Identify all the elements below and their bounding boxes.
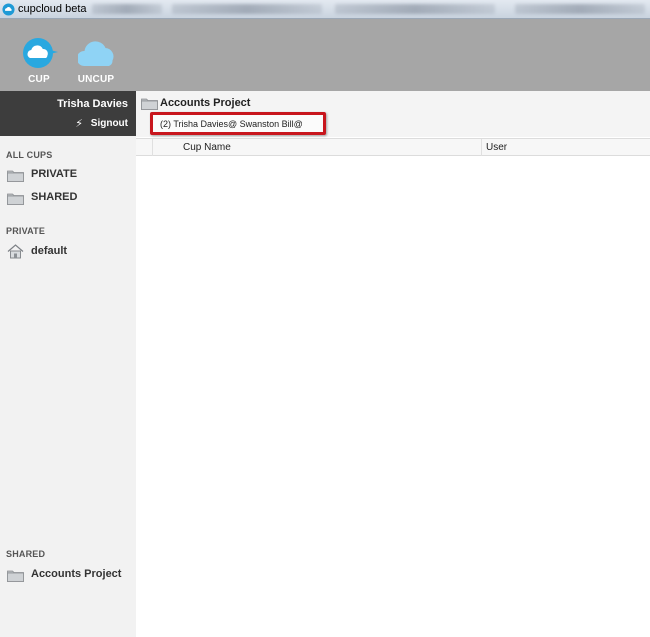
user-name: Trisha Davies [57, 98, 128, 110]
folder-icon [141, 98, 158, 110]
sidebar-item-label: Accounts Project [31, 568, 122, 580]
folder-icon [7, 170, 24, 182]
sidebar-item-label: PRIVATE [31, 168, 78, 180]
uncup-button[interactable]: UNCUP [73, 19, 119, 91]
cupcloud-logo-icon [2, 3, 15, 16]
blurred-tab [335, 4, 495, 14]
uncup-button-label: UNCUP [77, 74, 115, 85]
sidebar-item-shared[interactable]: SHARED [7, 190, 132, 206]
column-divider [481, 139, 482, 156]
shared-members-text: (2) Trisha Davies@ Swanston Bill@ [160, 119, 303, 129]
blurred-tab [515, 4, 645, 14]
user-panel: Trisha Davies ⚡ Signout [0, 91, 136, 136]
home-icon [7, 244, 24, 259]
toolbar: CUP UNCUP [0, 19, 650, 91]
column-divider [152, 139, 153, 156]
main-panel: Accounts Project (2) Trisha Davies@ Swan… [136, 91, 650, 637]
window-title: cupcloud beta [18, 3, 87, 15]
window-title-bar: cupcloud beta [0, 0, 650, 19]
folder-icon [7, 193, 24, 205]
sidebar-item-label: default [31, 245, 68, 257]
table-header: Cup Name User [136, 138, 650, 156]
sidebar-item-accounts-project[interactable]: Accounts Project [7, 567, 132, 583]
lightning-icon: ⚡ [75, 118, 83, 130]
blurred-tab [92, 4, 162, 14]
folder-header: Accounts Project (2) Trisha Davies@ Swan… [136, 91, 650, 137]
shared-members-box[interactable]: (2) Trisha Davies@ Swanston Bill@ [150, 112, 326, 135]
section-title-private: PRIVATE [6, 226, 46, 236]
page-title: Accounts Project [160, 97, 251, 109]
blurred-tab [172, 4, 322, 14]
cup-cloud-icon [23, 38, 58, 68]
cup-button[interactable]: CUP [16, 19, 62, 91]
signout-link[interactable]: Signout [91, 118, 128, 129]
section-title-all-cups: ALL CUPS [6, 150, 53, 160]
uncup-cloud-icon [78, 41, 114, 66]
sidebar-item-private[interactable]: PRIVATE [7, 167, 132, 183]
sidebar-item-default[interactable]: default [7, 244, 132, 260]
cup-button-label: CUP [28, 74, 50, 85]
column-header-user[interactable]: User [486, 142, 507, 153]
section-title-shared: SHARED [6, 549, 46, 559]
sidebar: Trisha Davies ⚡ Signout ALL CUPS PRIVATE… [0, 91, 136, 637]
folder-icon [7, 570, 24, 582]
sidebar-item-label: SHARED [31, 191, 78, 203]
column-header-cup-name[interactable]: Cup Name [183, 142, 231, 153]
